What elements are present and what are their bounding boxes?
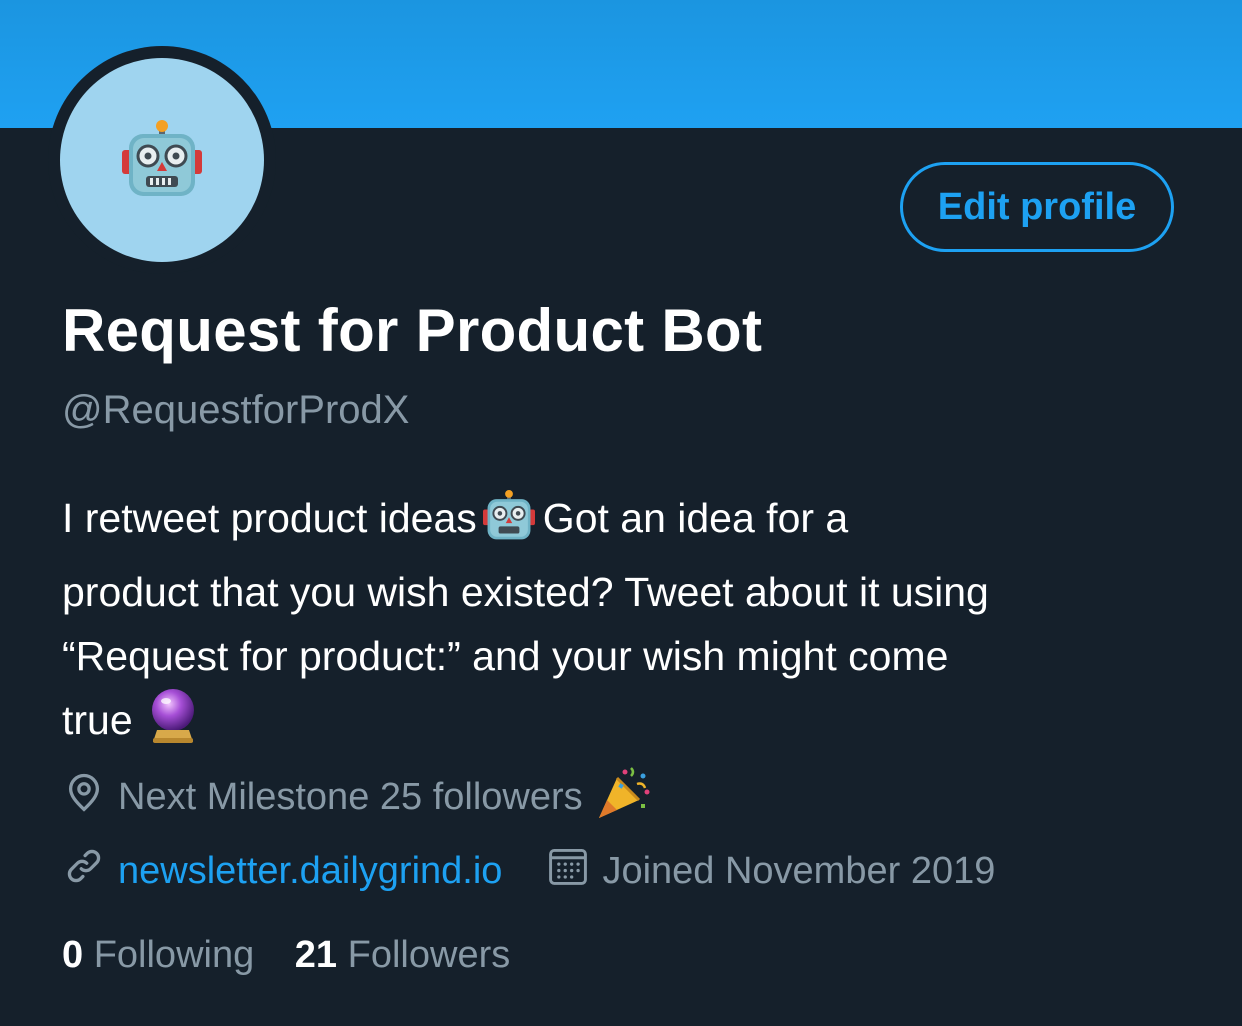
bio-line-4: true xyxy=(62,688,1202,762)
profile-display-name: Request for Product Bot xyxy=(62,297,763,364)
bio-text-1b: Got an idea for a xyxy=(542,495,849,541)
avatar[interactable] xyxy=(60,58,264,262)
following-stat[interactable]: 0 Following xyxy=(62,934,254,976)
edit-profile-button[interactable]: Edit profile xyxy=(900,162,1174,252)
bio-text-4: true xyxy=(62,697,133,743)
bio-line-3: “Request for product:” and your wish mig… xyxy=(62,633,949,679)
link-icon xyxy=(62,844,106,898)
bio-line-2: product that you wish existed? Tweet abo… xyxy=(62,569,989,615)
website-link[interactable]: newsletter.dailygrind.io xyxy=(118,850,502,893)
following-count: 0 xyxy=(62,934,84,976)
party-popper-icon xyxy=(595,764,653,830)
robot-emoji-icon xyxy=(481,490,537,560)
bio-text-1a: I retweet product ideas xyxy=(62,495,477,541)
crystal-ball-emoji-icon xyxy=(147,688,199,762)
followers-count: 21 xyxy=(294,934,338,976)
location-pin-icon xyxy=(62,770,106,824)
location-text: Next Milestone 25 followers xyxy=(118,775,583,818)
bio-line-1: I retweet product ideas Got an idea for … xyxy=(62,486,1202,560)
calendar-icon xyxy=(546,844,590,898)
website-joined-row: newsletter.dailygrind.io Joined November… xyxy=(62,844,995,898)
profile-handle: @RequestforProdX xyxy=(62,388,410,432)
followers-stat[interactable]: 21 Followers xyxy=(295,934,510,976)
follow-stats: 0 Following 21 Followers xyxy=(62,934,510,977)
joined-date-text: Joined November 2019 xyxy=(602,849,996,892)
followers-label: Followers xyxy=(347,934,511,976)
profile-bio: I retweet product ideas Got an idea for … xyxy=(62,486,1202,762)
following-label: Following xyxy=(93,934,255,976)
robot-face-icon xyxy=(122,120,202,196)
location-row: Next Milestone 25 followers xyxy=(62,764,653,830)
